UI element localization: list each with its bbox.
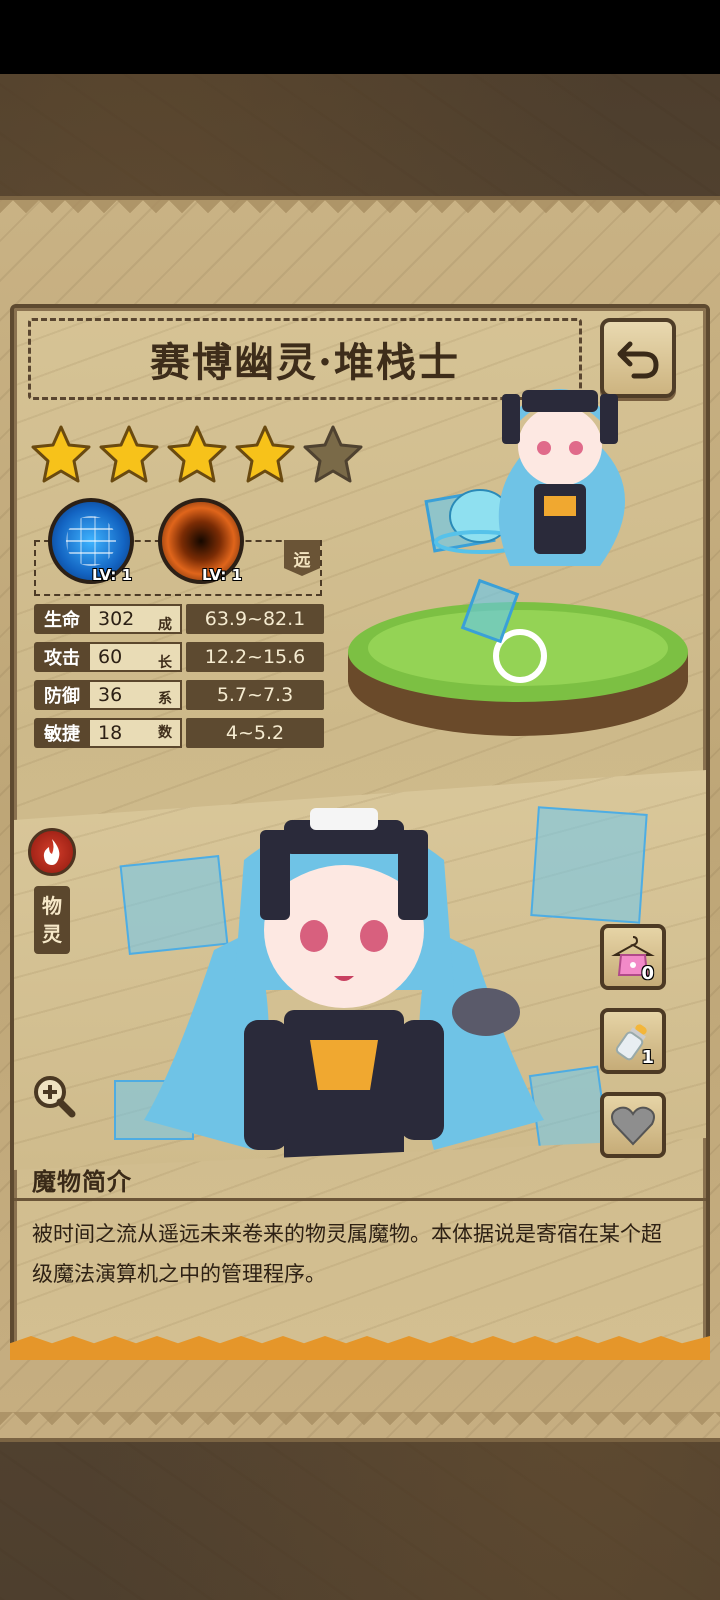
zoom-in-icon xyxy=(34,1076,76,1118)
type-char: 物 xyxy=(42,894,62,918)
stat-label: 防御 xyxy=(34,680,90,710)
stat-label: 敏捷 xyxy=(34,718,90,748)
bottle-count: 1 xyxy=(641,1047,654,1068)
growth-value: 63.9~82.1 xyxy=(186,604,324,634)
growth-value: 12.2~15.6 xyxy=(186,642,324,672)
star-filled-icon xyxy=(31,425,91,483)
intro-title: 魔物简介 xyxy=(32,1168,132,1196)
growth-label-char: 长 xyxy=(158,655,172,671)
stat-label: 生命 xyxy=(34,604,90,634)
growth-label-char: 成 xyxy=(158,617,172,633)
star-filled-icon xyxy=(167,425,227,483)
zigzag-border-top xyxy=(0,200,720,226)
heart-icon xyxy=(611,1106,655,1146)
skill-1-level: LV: 1 xyxy=(92,566,133,584)
favorite-button[interactable] xyxy=(600,1092,666,1158)
type-badge: 物 灵 xyxy=(34,886,70,954)
growth-value: 4~5.2 xyxy=(186,718,324,748)
fire-element-icon xyxy=(28,828,76,876)
character-portrait xyxy=(144,808,544,1170)
chibi-character xyxy=(424,389,625,683)
growth-label-char: 数 xyxy=(158,725,172,741)
star-rating xyxy=(30,424,364,484)
intro-text: 被时间之流从遥远未来卷来的物灵属魔物。本体据说是寄宿在某个超级魔法演算机之中的管… xyxy=(32,1222,662,1286)
growth-value: 5.7~7.3 xyxy=(186,680,324,710)
stat-label: 攻击 xyxy=(34,642,90,672)
skill-2-level: LV: 1 xyxy=(202,566,243,584)
bottle-button[interactable]: 1 xyxy=(600,1008,666,1074)
star-filled-icon xyxy=(99,425,159,483)
type-char: 灵 xyxy=(42,922,62,946)
zigzag-border-bottom xyxy=(0,1412,720,1438)
zoom-button[interactable] xyxy=(30,1072,78,1120)
flame-icon xyxy=(43,839,60,865)
outfit-count: 0 xyxy=(641,963,654,984)
growth-label-char: 系 xyxy=(158,691,172,707)
star-filled-icon xyxy=(235,425,295,483)
star-empty-icon xyxy=(303,425,363,483)
screen: 赛博幽灵·堆栈士 LV: 1 LV: 1 远 生命 302 攻击 60 防御 3… xyxy=(0,0,720,1600)
outfit-button[interactable]: 0 xyxy=(600,924,666,990)
intro-divider xyxy=(14,1198,706,1201)
